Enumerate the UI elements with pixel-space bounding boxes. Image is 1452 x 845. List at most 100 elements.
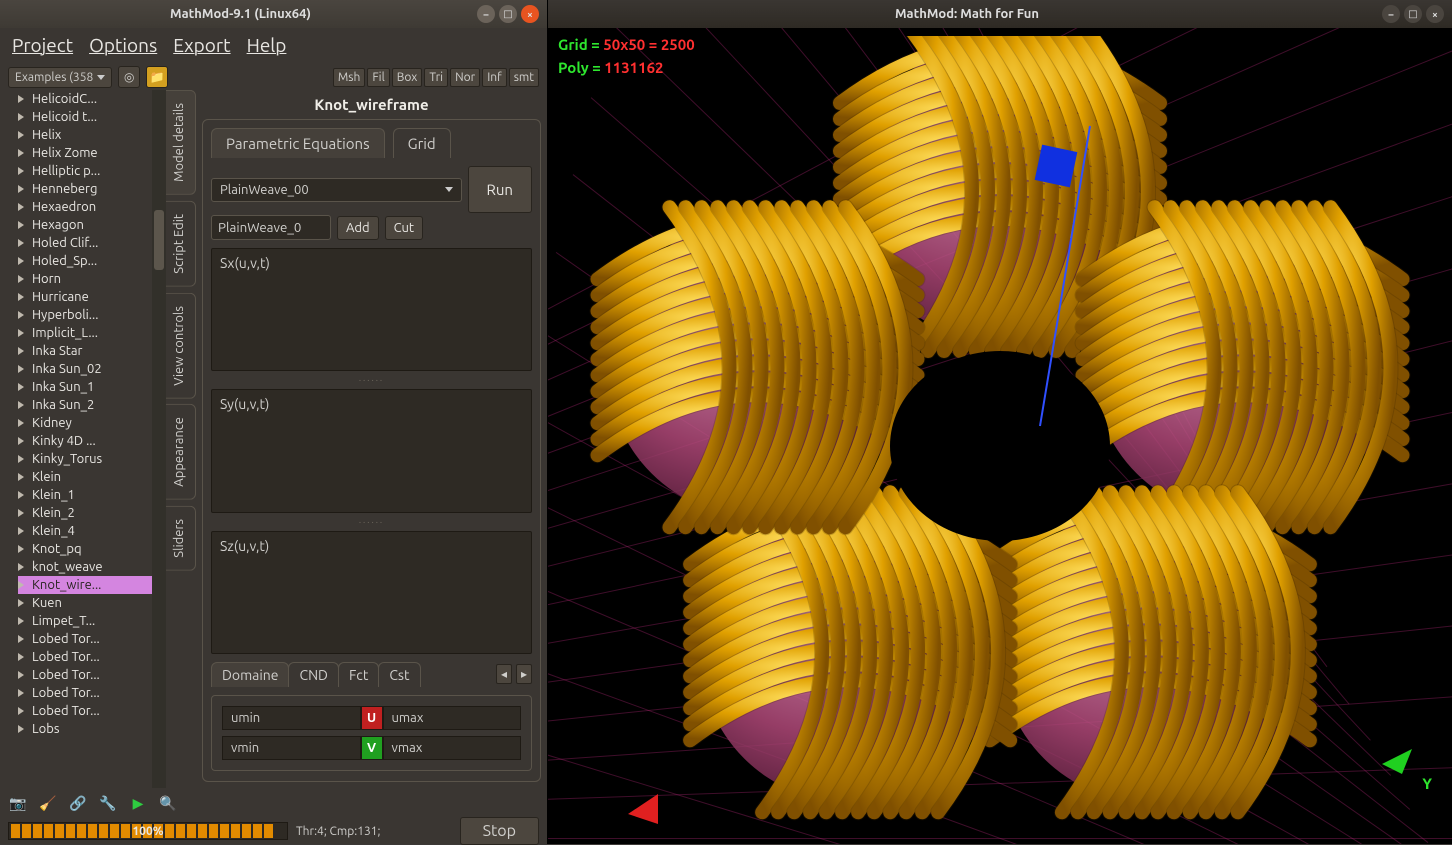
- tree-item[interactable]: Holed_Sp...: [18, 252, 166, 270]
- tree-item[interactable]: HelicoidC...: [18, 90, 166, 108]
- tree-item[interactable]: Lobs: [18, 720, 166, 738]
- tree-item[interactable]: Hexagon: [18, 216, 166, 234]
- tree-item[interactable]: Limpet_T...: [18, 612, 166, 630]
- play-icon[interactable]: ▶: [128, 793, 148, 813]
- menu-project[interactable]: Project: [12, 34, 73, 56]
- tree-item[interactable]: Lobed Tor...: [18, 684, 166, 702]
- tree-scrollbar[interactable]: [152, 90, 166, 788]
- tree-item[interactable]: Kinky 4D ...: [18, 432, 166, 450]
- triangle-right-icon: [18, 599, 24, 607]
- tree-item[interactable]: Inka Sun_1: [18, 378, 166, 396]
- tree-item[interactable]: Klein_2: [18, 504, 166, 522]
- sz-equation[interactable]: Sz(u,v,t): [211, 531, 532, 654]
- subtab-next-button[interactable]: ▸: [516, 664, 532, 684]
- tree-item-label: Horn: [32, 272, 61, 286]
- close-icon[interactable]: ×: [521, 5, 539, 23]
- btn-tri[interactable]: Tri: [424, 68, 448, 87]
- menu-help[interactable]: Help: [247, 34, 287, 56]
- v-chip[interactable]: V: [361, 736, 383, 760]
- tree-item[interactable]: Inka Star: [18, 342, 166, 360]
- umin-field[interactable]: umin: [222, 706, 361, 730]
- vtab-model-details[interactable]: Model details: [166, 90, 196, 195]
- menu-export[interactable]: Export: [173, 34, 230, 56]
- vtab-script-edit[interactable]: Script Edit: [166, 201, 196, 287]
- tree-item[interactable]: Lobed Tor...: [18, 648, 166, 666]
- tree-item[interactable]: Klein: [18, 468, 166, 486]
- btn-smt[interactable]: smt: [509, 68, 539, 87]
- maximize-icon[interactable]: □: [499, 5, 517, 23]
- btn-inf[interactable]: Inf: [482, 68, 507, 87]
- tree-item[interactable]: Holed Clif...: [18, 234, 166, 252]
- tree-item[interactable]: Knot_pq: [18, 540, 166, 558]
- subtab-domaine[interactable]: Domaine: [211, 662, 289, 687]
- tree-item[interactable]: Henneberg: [18, 180, 166, 198]
- subtab-fct[interactable]: Fct: [338, 662, 379, 687]
- tree-item[interactable]: Inka Sun_02: [18, 360, 166, 378]
- vmax-field[interactable]: vmax: [383, 736, 522, 760]
- btn-msh[interactable]: Msh: [333, 68, 366, 87]
- titlebar: MathMod: Math for Fun – □ ×: [548, 0, 1452, 28]
- camera-icon[interactable]: 📷: [8, 793, 28, 813]
- tab-parametric[interactable]: Parametric Equations: [211, 128, 385, 158]
- domain-panel: umin U umax vmin V vmax: [211, 695, 532, 771]
- tree-item[interactable]: Implicit_L...: [18, 324, 166, 342]
- tree-item[interactable]: Helix Zome: [18, 144, 166, 162]
- opengl-viewport[interactable]: Y Grid = 50x50 = 2500 Poly = 1131162: [548, 28, 1452, 844]
- tree-item[interactable]: Lobed Tor...: [18, 666, 166, 684]
- brush-icon[interactable]: 🧹: [38, 793, 58, 813]
- minimize-icon[interactable]: –: [477, 5, 495, 23]
- cut-button[interactable]: Cut: [385, 216, 423, 240]
- tree-item[interactable]: Kuen: [18, 594, 166, 612]
- add-button[interactable]: Add: [337, 216, 379, 240]
- target-icon[interactable]: ◎: [118, 66, 140, 88]
- component-name-input[interactable]: [211, 215, 331, 240]
- minimize-icon[interactable]: –: [1382, 5, 1400, 23]
- umax-field[interactable]: umax: [383, 706, 522, 730]
- tree-item[interactable]: Inka Sun_2: [18, 396, 166, 414]
- examples-dropdown[interactable]: Examples (358: [8, 67, 112, 88]
- wrench-icon[interactable]: 🔧: [98, 793, 118, 813]
- vmin-field[interactable]: vmin: [222, 736, 361, 760]
- subtab-prev-button[interactable]: ◂: [496, 664, 512, 684]
- tree-item[interactable]: Helicoid t...: [18, 108, 166, 126]
- vtab-view-controls[interactable]: View controls: [166, 293, 196, 399]
- tree-item[interactable]: Lobed Tor...: [18, 702, 166, 720]
- subtab-cnd[interactable]: CND: [288, 662, 338, 687]
- splitter-handle[interactable]: ······: [211, 375, 532, 385]
- tree-item[interactable]: Lobed Tor...: [18, 630, 166, 648]
- vtab-sliders[interactable]: Sliders: [166, 506, 196, 571]
- zoom-icon[interactable]: 🔍: [158, 793, 178, 813]
- tree-item[interactable]: Hyperboli...: [18, 306, 166, 324]
- u-chip[interactable]: U: [361, 706, 383, 730]
- tree-item[interactable]: Hurricane: [18, 288, 166, 306]
- btn-nor[interactable]: Nor: [450, 68, 480, 87]
- tree-item[interactable]: Knot_wire...: [18, 576, 166, 594]
- run-button[interactable]: Run: [468, 166, 532, 213]
- tab-grid[interactable]: Grid: [393, 128, 451, 158]
- sy-equation[interactable]: Sy(u,v,t): [211, 389, 532, 512]
- tree-item[interactable]: Horn: [18, 270, 166, 288]
- component-select[interactable]: PlainWeave_00: [211, 178, 462, 202]
- stop-button[interactable]: Stop: [460, 817, 539, 845]
- tree-item[interactable]: Helix: [18, 126, 166, 144]
- tree-item[interactable]: Helliptic p...: [18, 162, 166, 180]
- btn-fil[interactable]: Fil: [367, 68, 389, 87]
- subtab-cst[interactable]: Cst: [378, 662, 420, 687]
- splitter-handle[interactable]: ······: [211, 517, 532, 527]
- sx-equation[interactable]: Sx(u,v,t): [211, 248, 532, 371]
- btn-box[interactable]: Box: [392, 68, 423, 87]
- tree-item[interactable]: Hexaedron: [18, 198, 166, 216]
- maximize-icon[interactable]: □: [1404, 5, 1422, 23]
- tree-item[interactable]: Klein_4: [18, 522, 166, 540]
- link-icon[interactable]: 🔗: [68, 793, 88, 813]
- menu-options[interactable]: Options: [89, 34, 157, 56]
- close-icon[interactable]: ×: [1426, 5, 1444, 23]
- triangle-right-icon: [18, 383, 24, 391]
- thread-info: Thr:4; Cmp:131;: [296, 825, 380, 838]
- vtab-appearance[interactable]: Appearance: [166, 404, 196, 500]
- tree-item[interactable]: Kidney: [18, 414, 166, 432]
- tree-item[interactable]: Kinky_Torus: [18, 450, 166, 468]
- tree-item[interactable]: knot_weave: [18, 558, 166, 576]
- tree-item[interactable]: Klein_1: [18, 486, 166, 504]
- folder-icon[interactable]: 📁: [146, 66, 168, 88]
